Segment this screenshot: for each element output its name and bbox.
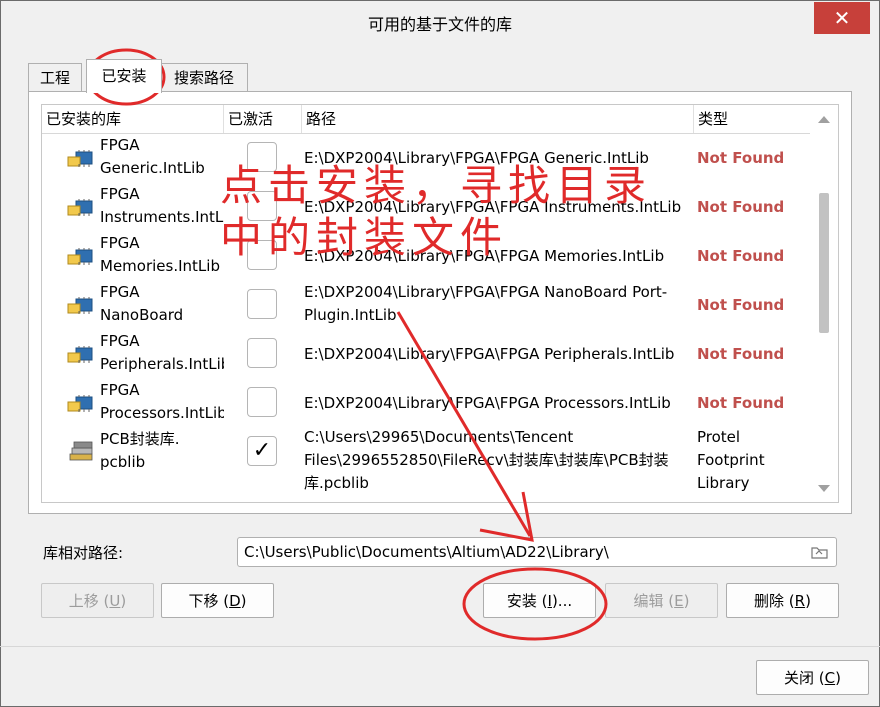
remove-key: R: [794, 592, 806, 610]
scroll-thumb[interactable]: [819, 193, 829, 333]
close-label: 关闭 (: [784, 669, 825, 687]
library-type: Protel Footprint Library: [697, 428, 765, 492]
install-button[interactable]: 安装 (I)...: [483, 583, 596, 618]
library-chip-icon: [66, 344, 96, 366]
library-chip-icon: [66, 197, 96, 219]
edit-button[interactable]: 编辑 (E): [605, 583, 718, 618]
move-up-key: U: [109, 592, 121, 610]
remove-tail: ): [805, 592, 811, 610]
edit-tail: ): [683, 592, 690, 610]
active-checkbox[interactable]: [247, 289, 277, 319]
library-name: FPGA NanoBoard: [100, 283, 184, 324]
table-header: 已安装的库 已激活 路径 类型: [42, 105, 810, 134]
title-bar: 可用的基于文件的库 ✕: [1, 1, 879, 43]
close-button[interactable]: 关闭 (C): [756, 660, 869, 695]
library-path: E:\DXP2004\Library\FPGA\FPGA Generic.Int…: [304, 149, 649, 167]
library-name: FPGA Processors.IntLib: [100, 381, 224, 422]
table-row[interactable]: PCB封装库. pcblib ✓ C:\Users\29965\Documents\…: [42, 428, 810, 492]
library-name: FPGA Peripherals.IntLib: [100, 332, 224, 373]
library-name: FPGA Memories.IntLib: [100, 234, 220, 275]
table-row[interactable]: FPGA Processors.IntLib E:\DXP2004\Library…: [42, 379, 810, 428]
active-checkbox[interactable]: [247, 191, 277, 221]
library-name: FPGA Generic.IntLib: [100, 136, 205, 177]
active-checkbox[interactable]: [247, 338, 277, 368]
active-checkbox[interactable]: [247, 142, 277, 172]
header-installed-library[interactable]: 已安装的库: [42, 105, 224, 133]
table-row[interactable]: FPGA Peripherals.IntLib E:\DXP2004\Librar…: [42, 330, 810, 379]
footer-divider: [0, 646, 880, 647]
move-down-button[interactable]: 下移 (D): [161, 583, 274, 618]
edit-key: E: [674, 592, 684, 610]
move-up-label: 上移 (: [68, 592, 110, 610]
library-type: Not Found: [697, 394, 785, 412]
close-key: C: [824, 669, 836, 687]
close-tail: ): [835, 669, 841, 687]
library-path: E:\DXP2004\Library\FPGA\FPGA NanoBoard P…: [304, 283, 668, 324]
tab-search-path[interactable]: 搜索路径: [160, 63, 248, 92]
installed-libraries-table[interactable]: 已安装的库 已激活 路径 类型 FPGA Generic.IntLib E:\DX…: [41, 104, 839, 503]
library-type: Not Found: [697, 296, 785, 314]
table-row[interactable]: FPGA Instruments.IntLib E:\DXP2004\Librar…: [42, 183, 810, 232]
move-down-tail: ): [240, 592, 247, 610]
tab-installed[interactable]: 已安装: [86, 59, 162, 93]
window-title: 可用的基于文件的库: [367, 15, 512, 34]
header-type[interactable]: 类型: [694, 105, 810, 133]
library-type: Not Found: [697, 345, 785, 363]
table-row[interactable]: FPGA Generic.IntLib E:\DXP2004\Library\FP…: [42, 134, 810, 183]
library-name: PCB封装库. pcblib: [100, 430, 180, 471]
table-row[interactable]: FPGA NanoBoard E:\DXP2004\Library\FPGA\FP…: [42, 281, 810, 330]
scroll-up-arrow-icon[interactable]: [818, 116, 830, 123]
library-chip-icon: [66, 148, 96, 170]
scroll-down-arrow-icon[interactable]: [818, 485, 830, 492]
library-chip-icon: [66, 246, 96, 268]
active-checkbox[interactable]: [247, 240, 277, 270]
library-path: E:\DXP2004\Library\FPGA\FPGA Instruments…: [304, 198, 682, 216]
move-up-button[interactable]: 上移 (U): [41, 583, 154, 618]
remove-button[interactable]: 删除 (R): [726, 583, 839, 618]
library-name: FPGA Instruments.IntLib: [100, 185, 224, 226]
library-path: E:\DXP2004\Library\FPGA\FPGA Processors.…: [304, 394, 671, 412]
library-type: Not Found: [697, 198, 785, 216]
move-up-tail: ): [120, 592, 127, 610]
header-path[interactable]: 路径: [302, 105, 694, 133]
install-tail: )...: [551, 592, 573, 610]
library-chip-icon: [66, 393, 96, 415]
active-checkbox[interactable]: ✓: [247, 436, 277, 466]
edit-label: 编辑 (: [633, 592, 675, 610]
table-row[interactable]: FPGA Memories.IntLib E:\DXP2004\Library\F…: [42, 232, 810, 281]
library-path: C:\Users\29965\Documents\Tencent Files\2…: [304, 428, 669, 492]
library-type: Not Found: [697, 149, 785, 167]
tab-project[interactable]: 工程: [28, 63, 82, 92]
checkmark-icon: ✓: [252, 438, 272, 463]
library-type: Not Found: [697, 247, 785, 265]
vertical-scrollbar[interactable]: [810, 105, 838, 502]
move-down-label: 下移 (: [188, 592, 230, 610]
relative-path-label: 库相对路径:: [43, 544, 124, 562]
relative-path-input[interactable]: C:\Users\Public\Documents\Altium\AD22\Li…: [237, 537, 837, 567]
library-path: E:\DXP2004\Library\FPGA\FPGA Peripherals…: [304, 345, 675, 363]
move-down-key: D: [229, 592, 241, 610]
library-chip-icon: [66, 295, 96, 317]
relative-path-value: C:\Users\Public\Documents\Altium\AD22\Li…: [244, 543, 609, 561]
header-active[interactable]: 已激活: [224, 105, 302, 133]
library-path: E:\DXP2004\Library\FPGA\FPGA Memories.In…: [304, 247, 665, 265]
remove-label: 删除 (: [754, 592, 795, 610]
footprint-library-icon: [66, 438, 96, 461]
close-window-icon[interactable]: ✕: [814, 2, 870, 34]
install-label: 安装 (: [506, 592, 548, 610]
folder-browse-icon[interactable]: [811, 545, 829, 559]
active-checkbox[interactable]: [247, 387, 277, 417]
